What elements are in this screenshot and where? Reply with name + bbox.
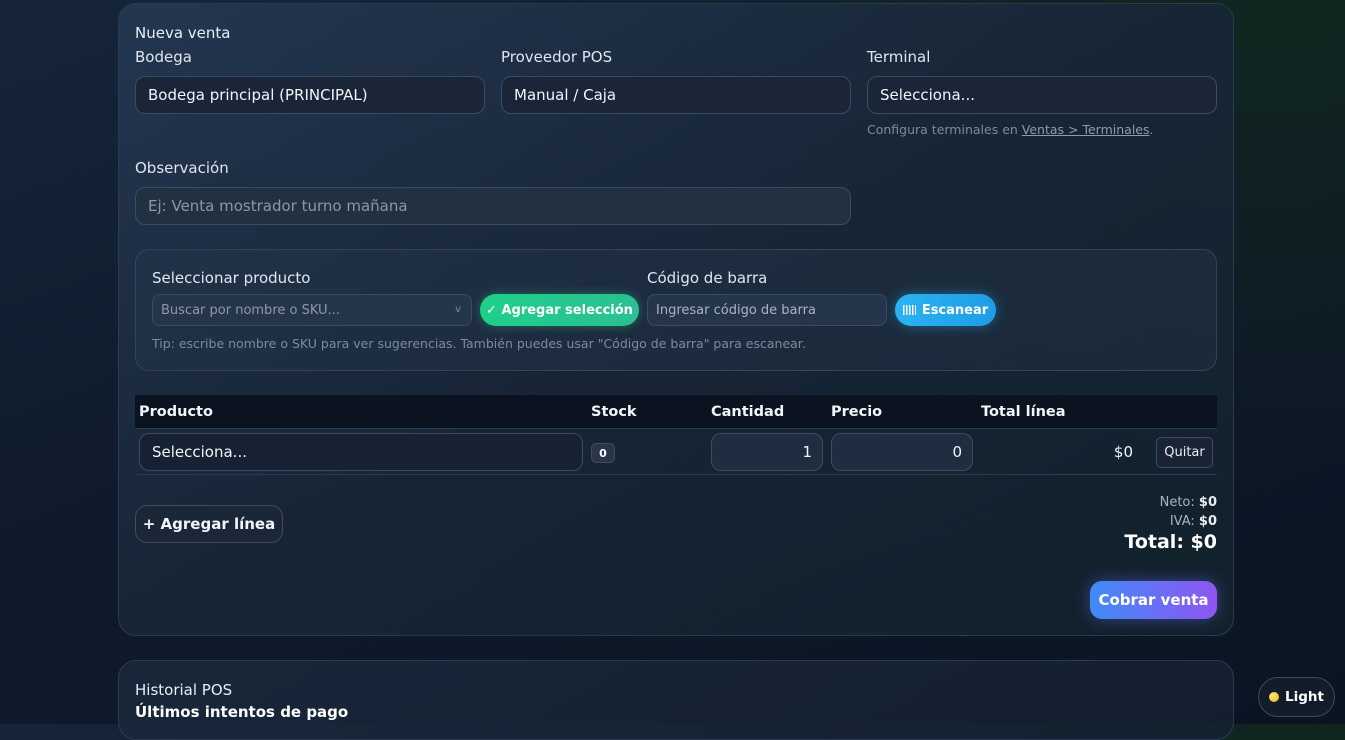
header-cantidad: Cantidad (711, 403, 785, 420)
codigo-barra-label: Código de barra (647, 269, 768, 287)
iva-label: IVA: (1169, 514, 1195, 529)
agregar-linea-button[interactable]: + Agregar línea (135, 505, 283, 543)
terminal-select[interactable]: Selecciona... (867, 76, 1217, 114)
table-header: Producto Stock Cantidad Precio Total lín… (135, 395, 1217, 428)
escanear-label: Escanear (921, 302, 989, 318)
total-label: Total: (1124, 531, 1184, 553)
header-stock: Stock (591, 403, 637, 420)
chevron-down-icon: v (455, 304, 461, 315)
escanear-button[interactable]: Escanear (895, 294, 996, 326)
producto-select[interactable]: Selecciona... (139, 433, 583, 471)
product-selector-panel: Seleccionar producto Buscar por nombre o… (135, 249, 1217, 371)
terminal-help: Configura terminales en Ventas > Termina… (867, 122, 1153, 137)
observacion-label: Observación (135, 159, 229, 177)
neto-label: Neto: (1159, 495, 1195, 510)
cantidad-input[interactable]: 1 (711, 433, 823, 471)
total-value: $0 (1190, 531, 1217, 553)
tip-text: Tip: escribe nombre o SKU para ver suger… (152, 336, 806, 351)
stock-badge: 0 (591, 443, 615, 463)
product-search-input[interactable]: Buscar por nombre o SKU... v (152, 294, 472, 326)
header-producto: Producto (139, 403, 213, 420)
theme-toggle-button[interactable]: Light (1258, 677, 1335, 717)
terminal-help-text: Configura terminales en (867, 122, 1022, 137)
agregar-seleccion-button[interactable]: ✓ Agregar selección (480, 294, 639, 326)
terminales-link[interactable]: Ventas > Terminales (1022, 122, 1150, 137)
iva-value: $0 (1198, 514, 1217, 529)
historial-pos-card: Historial POS Últimos intentos de pago (118, 660, 1234, 740)
proveedor-select[interactable]: Manual / Caja (501, 76, 851, 114)
neto-row: Neto: $0 (1124, 495, 1217, 510)
nueva-venta-card: Nueva venta Bodega Bodega principal (PRI… (118, 3, 1234, 636)
total-linea-value: $0 (1113, 443, 1133, 461)
precio-input[interactable]: 0 (831, 433, 973, 471)
seleccionar-producto-label: Seleccionar producto (152, 269, 311, 287)
terminal-help-suffix: . (1149, 122, 1154, 137)
sun-icon (1269, 692, 1280, 702)
card-title: Nueva venta (135, 24, 231, 42)
cobrar-venta-button[interactable]: Cobrar venta (1090, 581, 1217, 619)
neto-value: $0 (1198, 495, 1217, 510)
table-row: Selecciona... 0 1 0 $0 Quitar (135, 428, 1217, 475)
totals-panel: Neto: $0 IVA: $0 Total: $0 (1124, 495, 1217, 553)
proveedor-label: Proveedor POS (501, 48, 613, 66)
bodega-label: Bodega (135, 48, 192, 66)
barcode-icon (902, 305, 916, 315)
quitar-button[interactable]: Quitar (1156, 437, 1213, 468)
historial-subtitle: Últimos intentos de pago (135, 703, 349, 721)
theme-toggle-label: Light (1285, 689, 1324, 705)
observacion-input[interactable]: Ej: Venta mostrador turno mañana (135, 187, 851, 225)
header-precio: Precio (831, 403, 883, 420)
header-total-linea: Total línea (981, 403, 1066, 420)
terminal-label: Terminal (867, 48, 931, 66)
product-search-placeholder: Buscar por nombre o SKU... (161, 302, 340, 318)
historial-title: Historial POS (135, 681, 233, 699)
barcode-input[interactable]: Ingresar código de barra (647, 294, 887, 326)
iva-row: IVA: $0 (1124, 514, 1217, 529)
bodega-select[interactable]: Bodega principal (PRINCIPAL) (135, 76, 485, 114)
total-row: Total: $0 (1124, 531, 1217, 553)
